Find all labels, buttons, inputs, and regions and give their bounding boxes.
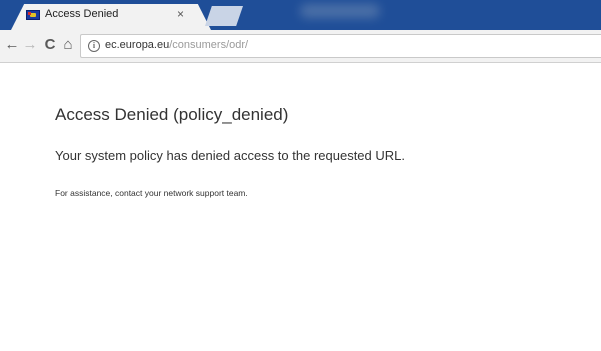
window-title-glow xyxy=(300,4,380,18)
eu-flag-icon xyxy=(26,10,40,20)
browser-window: Access Denied × ← → C ⌂ i ec.europa.eu/c… xyxy=(0,0,601,351)
support-note: For assistance, contact your network sup… xyxy=(55,188,248,198)
info-icon[interactable]: i xyxy=(88,40,100,52)
url-text[interactable]: ec.europa.eu/consumers/odr/ xyxy=(105,39,248,51)
address-bar[interactable]: i ec.europa.eu/consumers/odr/ xyxy=(80,34,601,58)
close-tab-icon[interactable]: × xyxy=(177,7,184,21)
url-path: /consumers/odr/ xyxy=(169,39,249,51)
new-tab-button[interactable] xyxy=(205,6,243,26)
forward-arrow-icon[interactable]: → xyxy=(22,36,38,54)
error-message: Your system policy has denied access to … xyxy=(55,148,405,163)
back-arrow-icon[interactable]: ← xyxy=(4,36,20,54)
page-title: Access Denied (policy_denied) xyxy=(55,105,289,124)
tab-strip: Access Denied × xyxy=(0,0,601,30)
reload-icon[interactable]: C xyxy=(42,36,58,54)
home-icon[interactable]: ⌂ xyxy=(60,36,76,54)
page-content: Access Denied (policy_denied) Your syste… xyxy=(0,63,601,351)
url-host: ec.europa.eu xyxy=(105,39,170,51)
browser-toolbar: ← → C ⌂ i ec.europa.eu/consumers/odr/ xyxy=(0,30,601,63)
tab-title: Access Denied xyxy=(45,8,119,20)
